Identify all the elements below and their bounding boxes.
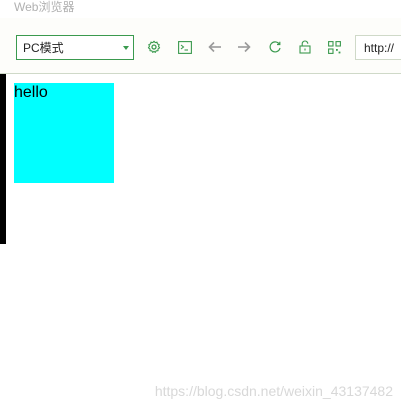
hello-text: hello — [14, 84, 48, 101]
title-bar: Web浏览器 — [0, 0, 401, 18]
mode-select[interactable]: PC模式 — [16, 35, 134, 60]
gear-icon[interactable] — [145, 38, 163, 56]
chevron-down-icon — [123, 46, 129, 50]
lock-icon[interactable] — [296, 38, 314, 56]
refresh-icon[interactable] — [266, 38, 284, 56]
arrow-left-icon[interactable] — [206, 38, 224, 56]
qr-code-icon[interactable] — [325, 38, 343, 56]
toolbar: PC模式 http:// — [0, 18, 401, 74]
watermark: https://blog.csdn.net/weixin_43137482 — [154, 383, 393, 399]
window-title: Web浏览器 — [14, 0, 75, 14]
url-text: http:// — [364, 41, 395, 55]
arrow-right-icon[interactable] — [235, 38, 253, 56]
hello-box: hello — [14, 83, 114, 183]
page-viewport: hello — [6, 75, 401, 411]
browser-window: Web浏览器 PC模式 http:// hello https://blog.c… — [0, 0, 401, 411]
terminal-icon[interactable] — [176, 38, 194, 56]
mode-select-value: PC模式 — [23, 41, 64, 55]
url-input[interactable]: http:// — [355, 35, 401, 60]
